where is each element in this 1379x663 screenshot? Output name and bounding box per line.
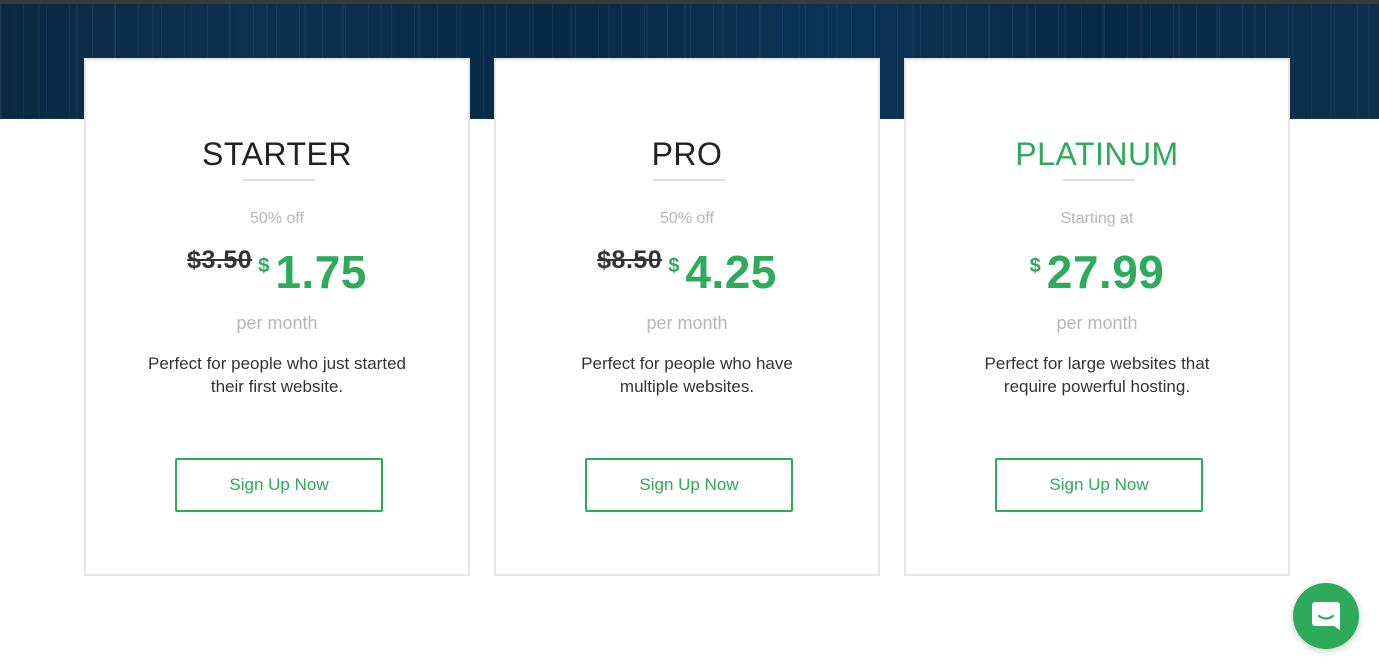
title-divider [1063, 179, 1135, 181]
plan-subtitle: Starting at [1060, 210, 1134, 227]
sign-up-button-pro[interactable]: Sign Up Now [585, 458, 793, 512]
plan-title: PRO [651, 136, 723, 172]
old-price: $8.50 [597, 246, 663, 274]
plan-description: Perfect for people who have multiple web… [581, 354, 793, 396]
current-price: 1.75 [275, 246, 367, 298]
price-row: $3.50 $ 1.75 [86, 246, 468, 298]
title-divider [653, 179, 725, 181]
pricing-card-platinum: PLATINUM Starting at $ 27.99 per month P… [904, 58, 1290, 576]
plan-subtitle: 50% off [660, 210, 714, 227]
plan-description: Perfect for people who just started thei… [148, 354, 406, 396]
current-price: 4.25 [685, 246, 777, 298]
billing-period: per month [236, 313, 318, 333]
title-divider [243, 179, 315, 181]
billing-period: per month [646, 313, 728, 333]
sign-up-button-starter[interactable]: Sign Up Now [175, 458, 383, 512]
plan-description: Perfect for large websites that require … [984, 354, 1210, 396]
pricing-cards: STARTER 50% off $3.50 $ 1.75 per month P… [84, 58, 1290, 576]
currency-symbol: $ [1029, 255, 1041, 277]
plan-subtitle: 50% off [250, 210, 304, 227]
currency-symbol: $ [258, 255, 270, 277]
price-row: $ 27.99 [906, 246, 1288, 298]
chat-bubble-icon [1312, 602, 1340, 630]
pricing-card-pro: PRO 50% off $8.50 $ 4.25 per month Perfe… [494, 58, 880, 576]
current-price: 27.99 [1046, 246, 1165, 298]
plan-title: PLATINUM [1015, 136, 1179, 172]
currency-symbol: $ [668, 255, 680, 277]
sign-up-button-platinum[interactable]: Sign Up Now [995, 458, 1203, 512]
pricing-card-starter: STARTER 50% off $3.50 $ 1.75 per month P… [84, 58, 470, 576]
price-row: $8.50 $ 4.25 [496, 246, 878, 298]
old-price: $3.50 [187, 246, 253, 274]
chat-widget-button[interactable] [1293, 583, 1359, 649]
plan-title: STARTER [202, 136, 352, 172]
billing-period: per month [1056, 313, 1138, 333]
